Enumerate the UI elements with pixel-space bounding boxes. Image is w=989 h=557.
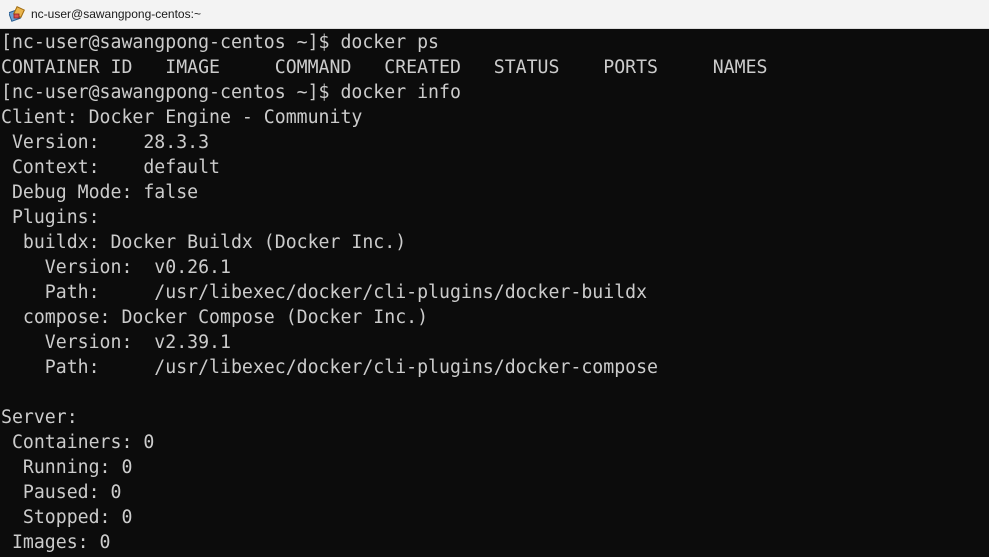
- window-title: nc-user@sawangpong-centos:~: [31, 7, 201, 21]
- terminal-line: buildx: Docker Buildx (Docker Inc.): [1, 232, 407, 253]
- title-bar[interactable]: nc-user@sawangpong-centos:~: [0, 0, 989, 29]
- terminal-line: CONTAINER ID IMAGE COMMAND CREATED STATU…: [1, 57, 768, 78]
- terminal-line: Path: /usr/libexec/docker/cli-plugins/do…: [1, 282, 648, 303]
- terminal-line: [nc-user@sawangpong-centos ~]$ docker ps: [1, 32, 439, 53]
- terminal-line: Context: default: [1, 157, 220, 178]
- terminal-line: Images: 0: [1, 532, 111, 553]
- terminal-line: [nc-user@sawangpong-centos ~]$ docker in…: [1, 82, 461, 103]
- terminal-line: Version: v0.26.1: [1, 257, 231, 278]
- terminal-line: Paused: 0: [1, 482, 122, 503]
- terminal-line: Debug Mode: false: [1, 182, 199, 203]
- terminal-line: Plugins:: [1, 207, 100, 228]
- terminal-line: Containers: 0: [1, 432, 155, 453]
- putty-terminal-icon: [8, 6, 25, 22]
- terminal-line: Server:: [1, 407, 78, 428]
- terminal-line: compose: Docker Compose (Docker Inc.): [1, 307, 429, 328]
- terminal-window: nc-user@sawangpong-centos:~ [nc-user@saw…: [0, 0, 989, 557]
- terminal-line: Version: 28.3.3: [1, 132, 210, 153]
- terminal-output[interactable]: [nc-user@sawangpong-centos ~]$ docker ps…: [0, 29, 989, 557]
- terminal-line: Client: Docker Engine - Community: [1, 107, 363, 128]
- terminal-line: Version: v2.39.1: [1, 332, 231, 353]
- terminal-line: Stopped: 0: [1, 507, 133, 528]
- terminal-line: Running: 0: [1, 457, 133, 478]
- terminal-line: Path: /usr/libexec/docker/cli-plugins/do…: [1, 357, 658, 378]
